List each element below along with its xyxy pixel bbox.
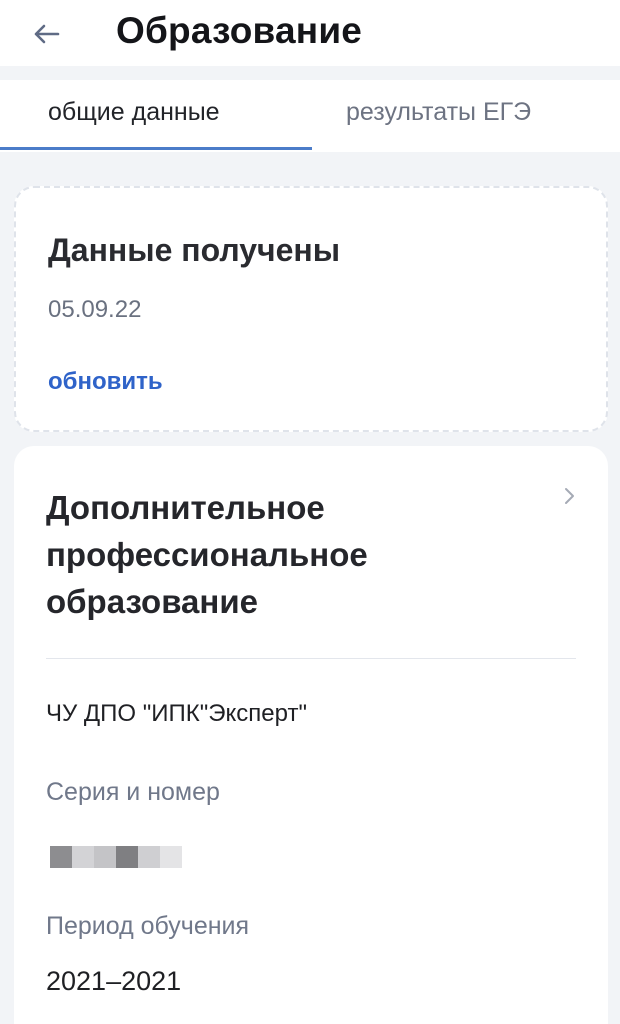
study-period-label: Период обучения — [46, 912, 250, 940]
arrow-left-icon — [34, 24, 60, 44]
tab-general-data[interactable]: общие данные — [48, 98, 220, 127]
tab-bar: общие данные результаты ЕГЭ — [0, 80, 620, 152]
education-record-card: Дополнительное профессиональное образова… — [14, 446, 608, 1024]
divider — [46, 658, 576, 659]
active-tab-indicator — [0, 147, 312, 150]
data-status-card: Данные получены 05.09.22 обновить — [14, 186, 608, 432]
organization-name: ЧУ ДПО "ИПК"Эксперт" — [46, 700, 307, 727]
chevron-right-icon — [565, 488, 574, 504]
top-app-bar: Образование — [0, 0, 620, 66]
series-number-label: Серия и номер — [46, 778, 220, 806]
page-title: Образование — [116, 10, 363, 51]
education-screen: Образование общие данные результаты ЕГЭ … — [0, 0, 620, 1024]
education-type-title: Дополнительное профессиональное образова… — [46, 489, 368, 620]
tab-exam-results[interactable]: результаты ЕГЭ — [346, 98, 531, 127]
study-period-value: 2021–2021 — [46, 966, 182, 996]
status-title: Данные получены — [48, 232, 341, 268]
status-date: 05.09.22 — [48, 296, 142, 323]
education-record-header[interactable]: Дополнительное профессиональное образова… — [14, 446, 608, 654]
refresh-link[interactable]: обновить — [48, 368, 163, 396]
series-number-redacted — [50, 838, 182, 868]
back-button[interactable] — [26, 14, 66, 54]
